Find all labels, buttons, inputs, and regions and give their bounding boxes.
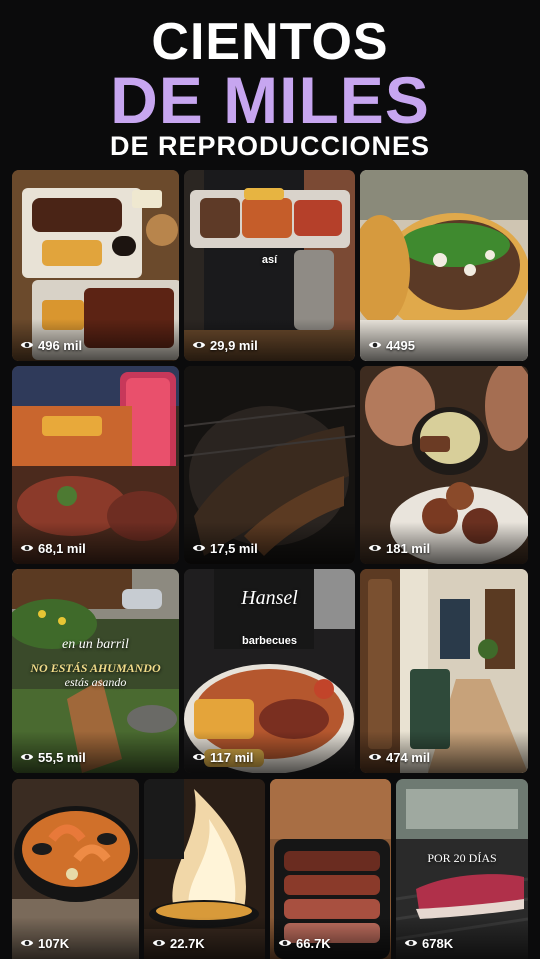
- tile-caption: así: [261, 254, 278, 266]
- video-tile-9[interactable]: 474 mil: [360, 569, 528, 773]
- view-count: 107K: [20, 934, 69, 952]
- video-tile-6[interactable]: 181 mil: [360, 366, 528, 564]
- view-count: 55,5 mil: [20, 748, 86, 766]
- video-tile-4[interactable]: 68,1 mil: [12, 366, 179, 564]
- view-count-label: 22.7K: [170, 935, 205, 951]
- view-count-label: 496 mil: [38, 337, 83, 353]
- video-tile-8[interactable]: Hansel barbecues 117 mil: [184, 569, 355, 773]
- video-tile-11[interactable]: 22.7K: [144, 779, 265, 959]
- eye-icon: [20, 754, 34, 760]
- view-count-label: 117 mil: [210, 749, 254, 765]
- tile-caption-2: NO ESTÁS AHUMANDO: [30, 661, 161, 675]
- view-count: 29,9 mil: [192, 336, 258, 354]
- tile-caption: POR 20 DÍAS: [427, 851, 497, 865]
- eye-icon: [404, 940, 418, 946]
- eye-icon: [20, 940, 34, 946]
- eye-icon: [192, 754, 206, 760]
- view-count: 66.7K: [278, 934, 331, 952]
- view-count-label: 107K: [38, 935, 70, 951]
- view-count-label: 678K: [422, 935, 454, 951]
- view-count: 474 mil: [368, 748, 430, 766]
- view-count-label: 66.7K: [296, 935, 331, 951]
- video-tile-13[interactable]: POR 20 DÍAS 678K: [396, 779, 528, 959]
- view-count: 68,1 mil: [20, 539, 86, 557]
- video-tile-2[interactable]: así 29,9 mil: [184, 170, 355, 361]
- view-count-label: 68,1 mil: [38, 540, 86, 556]
- view-count: 17,5 mil: [192, 539, 258, 557]
- view-count: 496 mil: [20, 336, 82, 354]
- eye-icon: [368, 754, 382, 760]
- eye-icon: [192, 545, 206, 551]
- view-count-label: 474 mil: [386, 749, 431, 765]
- headline-line-1: CIENTOS: [151, 13, 389, 71]
- eye-icon: [20, 342, 34, 348]
- eye-icon: [368, 342, 382, 348]
- video-tile-1[interactable]: 496 mil: [12, 170, 179, 361]
- video-tile-12[interactable]: 66.7K: [270, 779, 391, 959]
- view-count: 22.7K: [152, 934, 205, 952]
- tile-caption-1: en un barril: [62, 637, 129, 652]
- view-count-label: 17,5 mil: [210, 540, 258, 556]
- tile-caption: barbecues: [241, 635, 298, 647]
- eye-icon: [152, 940, 166, 946]
- view-count: 4495: [368, 336, 415, 354]
- view-count: 181 mil: [368, 539, 430, 557]
- view-count: 678K: [404, 934, 453, 952]
- tile-caption-3: estás asando: [64, 675, 127, 689]
- headline-line-3: DE REPRODUCCIONES: [109, 131, 431, 161]
- view-count-label: 4495: [386, 337, 415, 353]
- video-tile-10[interactable]: 107K: [12, 779, 139, 959]
- eye-icon: [192, 342, 206, 348]
- eye-icon: [368, 545, 382, 551]
- view-count: 117 mil: [192, 748, 253, 766]
- eye-icon: [278, 940, 292, 946]
- view-count-label: 55,5 mil: [38, 749, 86, 765]
- brand-logo: Hansel: [241, 587, 298, 609]
- eye-icon: [20, 545, 34, 551]
- video-tile-7[interactable]: en un barril NO ESTÁS AHUMANDO estás asa…: [12, 569, 179, 773]
- view-count-label: 29,9 mil: [210, 337, 258, 353]
- view-count-label: 181 mil: [386, 540, 431, 556]
- headline-line-2: DE MILES: [110, 63, 430, 137]
- video-tile-5[interactable]: 17,5 mil: [184, 366, 355, 564]
- video-tile-3[interactable]: 4495: [360, 170, 528, 361]
